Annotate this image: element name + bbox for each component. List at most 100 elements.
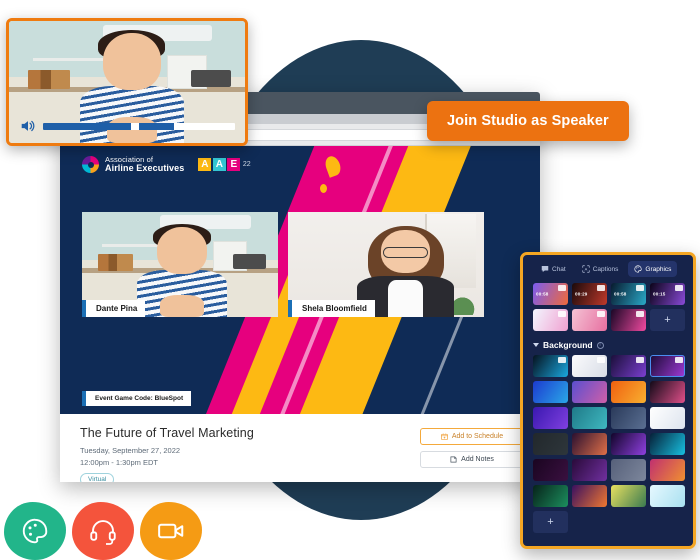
background-section-header[interactable]: Background i	[533, 340, 685, 350]
session-info: The Future of Travel Marketing Tuesday, …	[60, 414, 540, 482]
session-time: 12:00pm - 1:30pm EDT	[80, 457, 158, 467]
background-thumbnail[interactable]	[533, 407, 568, 429]
tab-graphics-label: Graphics	[645, 265, 672, 273]
calendar-icon	[440, 433, 448, 440]
video-duration: 00:58	[614, 291, 627, 297]
background-thumbnail[interactable]	[572, 459, 607, 481]
brand-line-2: Airline Executives	[105, 162, 185, 173]
background-thumbnail[interactable]	[611, 485, 646, 507]
chevron-down-icon[interactable]	[533, 343, 539, 347]
background-thumbnail[interactable]	[611, 381, 646, 403]
video-badge-icon	[558, 310, 566, 317]
background-thumbnail[interactable]	[572, 381, 607, 403]
video-thumbnail[interactable]	[533, 309, 568, 331]
speaker-name-tag: Shela Bloomfield	[288, 300, 375, 317]
browser-window: Association of Airline Executives A A E …	[60, 92, 540, 482]
speaker-volume-icon[interactable]	[19, 119, 37, 133]
video-badge-icon	[597, 310, 605, 317]
tab-captions-label: Captions	[592, 265, 619, 273]
video-thumbnail[interactable]: 00:58	[533, 283, 568, 305]
graphics-panel: Chat A Captions Graphics 00:58 00:29 00:58…	[520, 252, 696, 549]
add-notes-label: Add Notes	[461, 456, 494, 463]
background-thumbnail[interactable]	[611, 355, 646, 377]
background-thumbnail[interactable]	[650, 485, 685, 507]
background-thumbnail[interactable]	[533, 485, 568, 507]
tab-graphics[interactable]: Graphics	[628, 261, 678, 277]
background-thumbnail[interactable]	[533, 433, 568, 455]
video-thumbnail[interactable]	[572, 309, 607, 331]
join-studio-as-speaker-button[interactable]: Join Studio as Speaker	[427, 101, 629, 141]
background-thumbnail[interactable]	[533, 459, 568, 481]
add-to-schedule-label: Add to Schedule	[451, 433, 504, 440]
chat-icon	[541, 266, 549, 272]
event-brand-logo: Association of Airline Executives A A E …	[82, 156, 251, 174]
video-thumbnail[interactable]	[611, 309, 646, 331]
audio-level-meter	[43, 122, 235, 130]
background-thumbnail[interactable]	[533, 381, 568, 403]
video-badge-icon	[558, 284, 566, 291]
video-badge-icon	[636, 356, 644, 363]
background-thumbnail-grid: +	[533, 355, 685, 533]
tab-chat[interactable]: Chat	[535, 261, 572, 277]
add-to-schedule-button[interactable]: Add to Schedule	[420, 428, 524, 445]
self-view-audio-bar	[9, 119, 245, 133]
video-thumbnail[interactable]: 00:29	[572, 283, 607, 305]
event-stage: Association of Airline Executives A A E …	[60, 146, 540, 414]
video-duration: 00:15	[653, 291, 666, 297]
video-badge-icon	[597, 356, 605, 363]
video-duration: 00:29	[575, 291, 588, 297]
add-graphic-button[interactable]: +	[650, 309, 685, 331]
event-game-code: Event Game Code: BlueSpot	[82, 391, 192, 406]
background-section-label: Background	[543, 340, 593, 350]
video-thumbnail-grid: 00:58 00:29 00:58 00:15 +	[533, 283, 685, 331]
background-thumbnail[interactable]	[650, 459, 685, 481]
speaker-tile[interactable]: Shela Bloomfield	[288, 212, 484, 317]
background-thumbnail[interactable]	[611, 407, 646, 429]
video-badge-icon	[558, 356, 566, 363]
video-camera-blob-icon[interactable]	[140, 502, 202, 560]
panel-body: 00:58 00:29 00:58 00:15 + Background i +	[523, 281, 693, 533]
background-thumbnail[interactable]	[572, 407, 607, 429]
add-background-button[interactable]: +	[533, 511, 568, 533]
background-thumbnail[interactable]	[650, 433, 685, 455]
headset-blob-icon[interactable]	[72, 502, 134, 560]
background-thumbnail[interactable]	[572, 485, 607, 507]
background-thumbnail[interactable]	[650, 381, 685, 403]
tab-captions[interactable]: A Captions	[576, 261, 625, 277]
session-actions: Add to Schedule Add Notes	[420, 426, 524, 482]
video-badge-icon	[636, 284, 644, 291]
video-duration: 00:58	[536, 291, 549, 297]
aae-logo-mark-icon	[82, 156, 99, 174]
palette-icon	[22, 518, 48, 544]
background-thumbnail[interactable]	[572, 355, 607, 377]
speaker-tile[interactable]: Dante Pina	[82, 212, 278, 317]
background-thumbnail[interactable]	[533, 355, 568, 377]
background-thumbnail[interactable]	[572, 433, 607, 455]
palette-icon	[634, 265, 642, 273]
tab-chat-label: Chat	[552, 265, 566, 273]
add-notes-button[interactable]: Add Notes	[420, 451, 524, 468]
background-thumbnail[interactable]	[611, 433, 646, 455]
video-thumbnail[interactable]: 00:58	[611, 283, 646, 305]
acronym-letter-1: A	[198, 158, 212, 172]
acronym-letter-3: E	[227, 158, 241, 172]
video-badge-icon	[636, 310, 644, 317]
background-thumbnail[interactable]	[650, 407, 685, 429]
speaker-name-tag: Dante Pina	[82, 300, 146, 317]
screenshot-root: Association of Airline Executives A A E …	[0, 0, 700, 560]
captions-icon: A	[582, 265, 590, 273]
background-thumbnail[interactable]	[611, 459, 646, 481]
acronym-letter-2: A	[212, 158, 226, 172]
video-badge-icon	[597, 284, 605, 291]
feature-icon-blobs	[4, 502, 202, 560]
decor-blob-2	[320, 184, 327, 193]
headset-icon	[90, 520, 116, 545]
info-icon[interactable]: i	[596, 341, 604, 349]
background-thumbnail[interactable]	[650, 355, 685, 377]
session-date: Tuesday, September 27, 2022	[80, 446, 181, 455]
video-camera-icon	[158, 523, 184, 539]
palette-blob-icon[interactable]	[4, 502, 66, 560]
self-view-preview[interactable]	[6, 18, 248, 146]
video-thumbnail[interactable]: 00:15	[650, 283, 685, 305]
session-title: The Future of Travel Marketing	[80, 426, 254, 440]
